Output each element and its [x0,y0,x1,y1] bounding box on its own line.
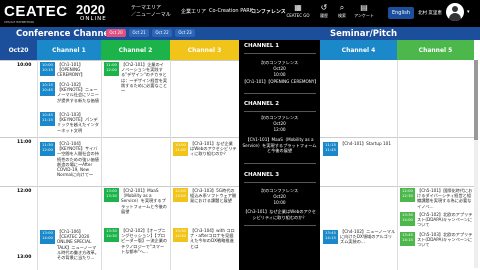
grid-line [0,137,239,138]
session-ch4-102[interactable]: 【Ch4-102】ニューノーマルに向けたDX領域のアルゴリズム実装の... [340,229,396,267]
featured-ch1-next: 次のコンファレンス [260,60,299,65]
time-label: 13:00 [17,255,32,260]
session-time: 13:45 14:15 [323,230,338,244]
grid-line [0,60,239,61]
nav-co-creation-park[interactable]: Co-Creation PARK [209,8,253,14]
session-ch5-102[interactable]: 【Ch5-102】北欧のアプリテスト(DDAPA)キャンペーンについて [417,212,473,230]
search-icon: ⌕ [339,3,345,12]
chevron-down-icon[interactable]: ▾ [467,9,470,15]
session-ch2-101b[interactable]: 【Ch2-101】MaaS（Mobility as a Service）を実現す… [121,188,168,224]
session-time: 13:00 13:30 [104,188,119,202]
date-tab-oct20[interactable]: Oct 20 [106,29,126,37]
session-time: 11:15 11:45 [323,142,338,156]
session-time: 12:00 12:30 [400,188,415,202]
logo-online: ONLINE [80,16,107,22]
featured-ch2-time: 12:00 [273,127,286,132]
featured-ch3-title[interactable]: 【Ch3-101】なぜ企業はWebのアクセシビリティに取り組むのか？ [242,209,317,220]
session-time: 10:00 10:15 [40,62,55,76]
featured-ch2-next: 次のコンファレンス [260,115,299,120]
seminar-pitch-title: Seminar/Pitch [330,29,398,39]
avatar[interactable] [446,3,464,21]
ch2-header-label: Channel 2 [118,47,153,54]
session-time: 12:00 13:00 [173,188,188,202]
featured-ch3-time: 10:00 [273,200,286,205]
session-time: 10:00 11:00 [173,142,188,156]
featured-ch1-time: 10:00 [273,72,286,77]
date-tab-oct22[interactable]: Oct 22 [152,29,172,37]
featured-ch1-title[interactable]: 【Ch1-101】【OPENING CEREMONY】 [242,79,319,85]
session-ch1-106[interactable]: 【Ch1-106】【CEATEC 2020 ONLINE SPECIAL TAL… [57,229,100,267]
session-time: 13:30 14:00 [400,212,415,226]
date-tab-oct23[interactable]: Oct 23 [175,29,195,37]
language-button[interactable]: English [388,7,414,19]
conference-channels-title: Conference Channels [16,29,118,39]
session-ch1-103[interactable]: 【Ch1-103】【KEYNOTE】パンデミックを越えたインターネット文明 [57,112,100,134]
time-label: 11:00 [17,140,32,145]
grid-line [101,60,102,270]
session-ch5-103[interactable]: 【Ch5-103】北欧のアプリテスト(DDAPA)キャンペーンについて [417,232,473,266]
session-ch1-102[interactable]: 【Ch1-102】【KEYNOTE】ニューノーマル社会にソニーが提供する新たな価… [57,82,100,108]
ch5-header-label: Channel 5 [418,47,453,54]
session-time: 11:00 12:00 [104,62,119,76]
session-ch3-101[interactable]: 【Ch3-101】なぜ企業はWebのアクセシビリティに取り組むのか？ [190,141,237,185]
session-time: 11:30 12:00 [40,142,55,156]
grid-line [397,60,398,270]
cubes-icon: ▦ [294,3,302,12]
divider [244,53,316,54]
session-time: 13:45 14:15 [400,232,415,246]
session-time: 10:45 11:15 [40,112,55,126]
session-ch3-103[interactable]: 【Ch3-103】5G時代の組込み系ソフトウェア開発における課題と展望 [190,188,237,224]
divider [244,182,316,183]
featured-ch2-title[interactable]: 【Ch1-101】MaaS（Mobility as a Service）を実現す… [242,137,317,154]
grid-line [170,60,171,270]
session-ch4-101[interactable]: 【Ch4-101】Startup 101 [340,141,396,159]
nav-conference[interactable]: コンファレンス [251,8,286,15]
session-time: 13:00 14:00 [40,230,55,244]
ch4-header-label: Channel 4 [341,47,376,54]
featured-ch2-date: Oct20 [273,121,286,126]
top-header: CEATEC CPS/IoT EXHIBITION 2020 ONLINE テー… [0,0,480,27]
featured-ch3-next: 次のコンファレンス [260,188,299,193]
ceatec-go-button[interactable]: ▦ CEATEC GO [286,3,310,18]
date-label: Oct20 [8,47,29,54]
featured-ch3-heading: CHANNEL 3 [244,172,280,178]
time-label: 10:00 [17,63,32,68]
session-ch1-101[interactable]: 【Ch1-101】【OPENING CEREMONY】 [57,62,100,80]
survey-button[interactable]: ▤ アンケート [352,3,376,19]
nav-company-area[interactable]: 企業エリア [181,8,206,15]
grid-line [37,60,38,270]
featured-ch1-heading: CHANNEL 1 [244,43,280,49]
scrollbar-thumb[interactable] [474,60,478,140]
featured-ch1-date: Oct20 [273,66,286,71]
session-time: 10:15 10:45 [40,82,55,96]
user-name: 北村 友里恵 [418,11,442,16]
logo-subtitle: CPS/IoT EXHIBITION [4,20,34,24]
featured-ch2-heading: CHANNEL 2 [244,101,280,107]
divider [244,163,316,164]
session-ch3-104[interactable]: 【Ch3-104】with コロナ・afterコロナを見据えた今年のDX戦略推進… [190,228,237,266]
ceatec-logo[interactable]: CEATEC [4,3,68,20]
session-ch2-101[interactable]: 【Ch2-101】企業のイノベーションを実践する"デザイン"のチカラとは：～デザ… [121,62,168,104]
session-ch1-104[interactable]: 【Ch1-104】【KEYNOTE】サイバー空間を人間社会の持続性のための強い価… [57,141,100,185]
featured-ch3-date: Oct20 [273,194,286,199]
session-time: 13:30 14:30 [173,228,188,242]
logo-year: 2020 [76,2,105,17]
ch1-header-label: Channel 1 [52,47,86,54]
date-tab-oct21[interactable]: Oct 21 [129,29,149,37]
search-button[interactable]: ⌕ 検索 [330,3,354,19]
grid-line [0,186,239,187]
divider [244,93,316,94]
survey-icon: ▤ [360,3,368,12]
divider [244,111,316,112]
ch3-header-label: Channel 3 [187,47,222,54]
divider [244,225,316,226]
time-label: 12:00 [17,189,32,194]
nav-theme-area[interactable]: テーマエリア ／ニューノーマル [131,5,171,19]
session-time: 13:30 14:30 [104,228,119,242]
session-ch2-102[interactable]: 【Ch2-102】【オープニングセッション】【プロピーダー版】一流企業のテクノロ… [121,228,168,266]
